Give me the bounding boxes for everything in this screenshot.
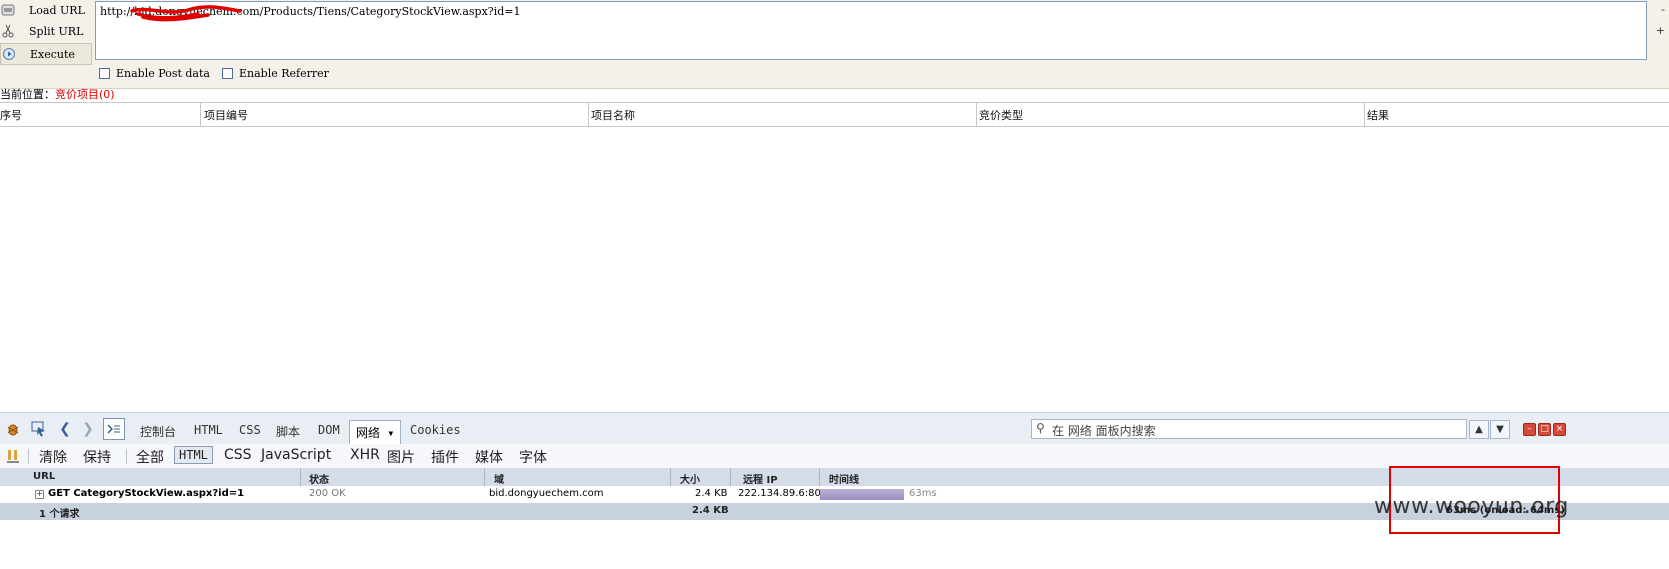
firebug-toolbar: ❮ ❯ 控制台 HTML CSS 脚本 DOM 网络 ▾ Cookies ⚲ 在… bbox=[0, 412, 1669, 446]
total-size: 2.4 KB bbox=[692, 505, 729, 516]
filter-plugins[interactable]: 插件 bbox=[431, 447, 459, 467]
execute-label: Execute bbox=[30, 47, 75, 61]
command-line-icon[interactable] bbox=[103, 418, 125, 440]
column-header: 项目名称 bbox=[589, 103, 977, 126]
breadcrumb-current[interactable]: 竞价项目(0) bbox=[55, 88, 115, 101]
request-remote-ip: 222.134.89.6:80 bbox=[738, 488, 821, 499]
checkbox-box[interactable] bbox=[222, 68, 233, 79]
tab-cookies[interactable]: Cookies bbox=[410, 423, 461, 437]
table-header: 序号 项目编号 项目名称 竞价类型 结果 bbox=[0, 102, 1669, 127]
breadcrumb: 当前位置：竞价项目(0) bbox=[0, 86, 115, 102]
filter-javascript[interactable]: JavaScript bbox=[261, 447, 331, 463]
column-timeline[interactable]: 时间线 bbox=[829, 471, 859, 486]
enable-referrer-checkbox[interactable]: Enable Referrer bbox=[222, 67, 329, 80]
firebug-bug-icon[interactable] bbox=[3, 419, 23, 439]
filter-all[interactable]: 全部 bbox=[136, 447, 164, 467]
minimize-icon[interactable]: – bbox=[1523, 423, 1536, 436]
column-header: 项目编号 bbox=[201, 103, 589, 126]
enable-post-checkbox[interactable]: Enable Post data bbox=[99, 67, 210, 80]
load-url-label: Load URL bbox=[29, 3, 85, 17]
back-arrow-icon[interactable]: ❮ bbox=[55, 419, 75, 439]
column-url[interactable]: URL bbox=[33, 471, 55, 482]
url-textarea[interactable]: http://bid.dongyuechem.com/Products/Tien… bbox=[95, 1, 1647, 60]
load-url-icon bbox=[1, 3, 15, 17]
column-header: 竞价类型 bbox=[977, 103, 1365, 126]
column-divider[interactable] bbox=[300, 468, 301, 486]
search-icon: ⚲ bbox=[1036, 421, 1045, 435]
tab-net[interactable]: 网络 ▾ bbox=[349, 420, 402, 444]
request-domain: bid.dongyuechem.com bbox=[489, 488, 604, 499]
search-next-button[interactable]: ▼ bbox=[1490, 420, 1510, 439]
expand-icon[interactable]: + bbox=[35, 490, 44, 499]
net-panel-search-input[interactable]: ⚲ 在 网络 面板内搜索 bbox=[1031, 419, 1467, 439]
play-icon bbox=[2, 47, 16, 61]
column-divider[interactable] bbox=[670, 468, 671, 486]
request-time: 63ms bbox=[909, 488, 937, 499]
hackbar-toolbar: Load URL Split URL Execute http://bid.do… bbox=[0, 0, 1669, 89]
watermark-text: www.wooyun.org bbox=[1374, 494, 1569, 519]
filter-media[interactable]: 媒体 bbox=[475, 447, 503, 467]
persist-button[interactable]: 保持 bbox=[83, 447, 111, 467]
breadcrumb-prefix: 当前位置： bbox=[0, 88, 55, 101]
shrink-toggle[interactable]: - bbox=[1661, 3, 1665, 16]
separator bbox=[28, 449, 29, 464]
pause-icon[interactable] bbox=[3, 446, 23, 466]
filter-images[interactable]: 图片 bbox=[387, 447, 415, 467]
request-size: 2.4 KB bbox=[695, 488, 728, 499]
detach-icon[interactable]: □ bbox=[1538, 423, 1551, 436]
enable-referrer-label: Enable Referrer bbox=[239, 67, 329, 80]
tab-script[interactable]: 脚本 bbox=[276, 423, 300, 440]
filter-html[interactable]: HTML bbox=[174, 446, 213, 464]
column-divider[interactable] bbox=[819, 468, 820, 486]
timeline-bar[interactable] bbox=[820, 489, 904, 500]
scissors-icon bbox=[1, 24, 15, 38]
search-prev-button[interactable]: ▲ bbox=[1469, 420, 1489, 439]
column-size[interactable]: 大小 bbox=[680, 471, 700, 486]
separator bbox=[126, 449, 127, 464]
column-remote-ip[interactable]: 远程 IP bbox=[743, 471, 778, 486]
enable-post-label: Enable Post data bbox=[116, 67, 210, 80]
column-header: 序号 bbox=[0, 103, 201, 126]
column-domain[interactable]: 域 bbox=[494, 471, 504, 486]
split-url-label: Split URL bbox=[29, 24, 84, 38]
red-scribble-redaction bbox=[130, 5, 242, 22]
filter-fonts[interactable]: 字体 bbox=[519, 447, 547, 467]
request-url[interactable]: GET CategoryStockView.aspx?id=1 bbox=[48, 488, 244, 499]
column-divider[interactable] bbox=[730, 468, 731, 486]
expand-toggle[interactable]: + bbox=[1656, 24, 1665, 37]
filter-xhr[interactable]: XHR bbox=[350, 447, 380, 463]
checkbox-box[interactable] bbox=[99, 68, 110, 79]
search-placeholder: 在 网络 面板内搜索 bbox=[1052, 424, 1156, 438]
filter-css[interactable]: CSS bbox=[224, 447, 252, 463]
forward-arrow-icon[interactable]: ❯ bbox=[78, 419, 98, 439]
split-url-button[interactable]: Split URL bbox=[0, 21, 92, 41]
tab-html[interactable]: HTML bbox=[194, 423, 223, 437]
execute-button[interactable]: Execute bbox=[0, 43, 92, 65]
inspect-element-icon[interactable] bbox=[29, 419, 49, 439]
request-count: 1 个请求 bbox=[39, 509, 80, 520]
load-url-button[interactable]: Load URL bbox=[0, 0, 92, 20]
tab-css[interactable]: CSS bbox=[239, 423, 261, 437]
clear-button[interactable]: 清除 bbox=[39, 447, 67, 467]
column-status[interactable]: 状态 bbox=[309, 471, 329, 486]
column-divider[interactable] bbox=[484, 468, 485, 486]
column-header: 结果 bbox=[1367, 109, 1389, 122]
tab-dom[interactable]: DOM bbox=[318, 423, 340, 437]
tab-console[interactable]: 控制台 bbox=[140, 423, 176, 440]
close-icon[interactable]: × bbox=[1553, 423, 1566, 436]
request-status: 200 OK bbox=[309, 488, 346, 499]
